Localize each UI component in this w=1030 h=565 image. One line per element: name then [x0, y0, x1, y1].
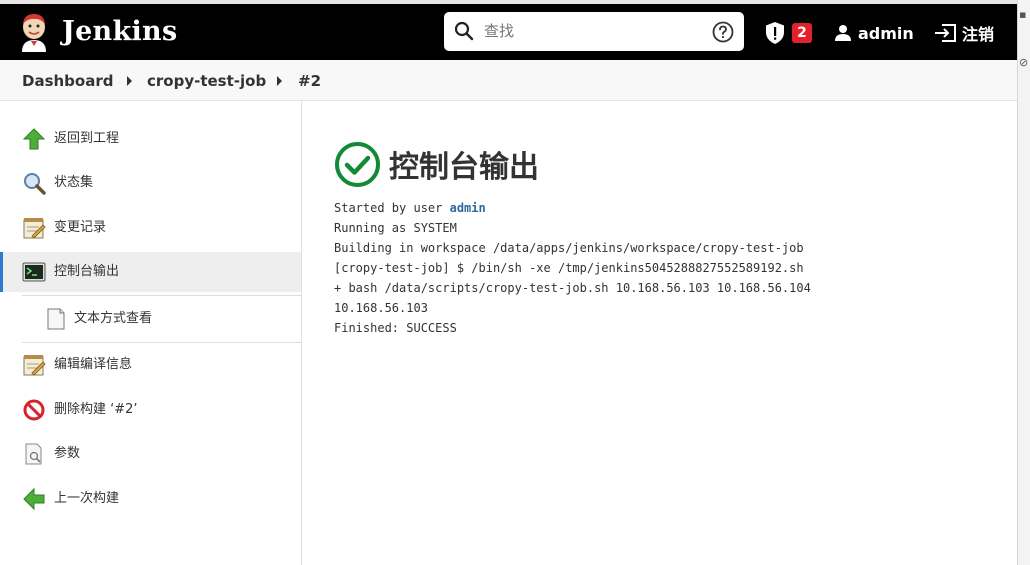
- sidebar-divider: [22, 342, 301, 343]
- console-line: Running as SYSTEM: [334, 221, 457, 235]
- browser-side-strip: ▪ ⊘: [1017, 0, 1030, 565]
- breadcrumb-job[interactable]: cropy-test-job: [147, 71, 266, 91]
- no-entry-icon: [23, 399, 45, 421]
- help-icon[interactable]: [712, 21, 734, 43]
- sidebar-item-back-to-project[interactable]: 返回到工程: [0, 119, 301, 159]
- search-input[interactable]: [484, 18, 704, 44]
- terminal-icon: [22, 262, 46, 282]
- sidebar-item-console-output[interactable]: 控制台输出: [0, 252, 301, 292]
- page-title: 控制台输出: [389, 150, 539, 185]
- logout-label[interactable]: 注销: [962, 21, 994, 45]
- console-line: + bash /data/scripts/cropy-test-job.sh 1…: [334, 281, 811, 295]
- user-name[interactable]: admin: [858, 24, 914, 43]
- search-box: [444, 12, 744, 51]
- console-user-link[interactable]: admin: [450, 201, 486, 215]
- document-icon: [47, 308, 65, 330]
- console-line: Finished: SUCCESS: [334, 321, 457, 335]
- sidebar-item-label: 文本方式查看: [74, 311, 153, 326]
- breadcrumb-separator-icon[interactable]: [127, 76, 132, 86]
- console-started-by-text: Started by user: [334, 201, 450, 215]
- console-line: Building in workspace /data/apps/jenkins…: [334, 241, 804, 255]
- page-header: 控制台输出: [334, 139, 539, 189]
- sidebar-item-label: 删除构建 ‘#2’: [54, 402, 138, 417]
- up-arrow-icon: [22, 128, 46, 150]
- left-arrow-icon: [23, 487, 45, 511]
- breadcrumb-separator-icon[interactable]: [277, 76, 282, 86]
- top-header: Jenkins 2 admin 注销: [0, 4, 1017, 60]
- security-count-badge[interactable]: 2: [792, 23, 812, 43]
- console-line: Started by user admin: [334, 198, 1014, 218]
- user-menu[interactable]: admin: [834, 21, 914, 45]
- side-strip-icon: ▪: [1019, 8, 1027, 21]
- sidebar-item-previous-build[interactable]: 上一次构建: [0, 479, 301, 519]
- sidebar-item-edit-build-info[interactable]: 编辑编译信息: [0, 345, 301, 385]
- success-check-icon: [335, 141, 380, 187]
- shield-alert-icon[interactable]: [764, 21, 786, 45]
- sidebar-item-delete-build[interactable]: 删除构建 ‘#2’: [0, 390, 301, 430]
- side-strip-link-icon: ⊘: [1019, 56, 1029, 69]
- breadcrumb: Dashboard cropy-test-job #2: [0, 60, 1017, 101]
- sidebar-item-changes[interactable]: 变更记录: [0, 208, 301, 248]
- logout-link[interactable]: 注销: [934, 21, 994, 45]
- sidebar-item-status[interactable]: 状态集: [0, 163, 301, 203]
- sidebar-item-label: 控制台输出: [54, 264, 120, 279]
- sidebar-item-label: 返回到工程: [54, 131, 120, 146]
- breadcrumb-build[interactable]: #2: [298, 71, 321, 91]
- console-output: Started by user admin Running as SYSTEM Bu…: [334, 198, 1014, 338]
- logout-icon: [935, 24, 956, 42]
- sidebar-item-parameters[interactable]: 参数: [0, 434, 301, 474]
- sidebar-item-label: 状态集: [54, 175, 94, 190]
- notepad-icon: [23, 218, 46, 239]
- search-icon: [454, 21, 474, 41]
- notepad-icon: [23, 355, 46, 376]
- brand-title[interactable]: Jenkins: [62, 12, 177, 52]
- sidebar-divider: [22, 295, 301, 296]
- console-line: 10.168.56.103: [334, 301, 428, 315]
- magnifier-icon: [24, 173, 46, 195]
- sidebar: 返回到工程 状态集 变更记录 控制台输出 文本方式查看 编辑编译信息 删除构建 …: [0, 101, 302, 565]
- main-content: 控制台输出 Started by user admin Running as SY…: [334, 101, 1014, 565]
- breadcrumb-dashboard[interactable]: Dashboard: [22, 71, 113, 91]
- sidebar-item-label: 变更记录: [54, 220, 107, 235]
- sidebar-item-label: 上一次构建: [54, 491, 120, 506]
- sidebar-item-label: 编辑编译信息: [54, 357, 133, 372]
- sidebar-item-view-as-plain-text[interactable]: 文本方式查看: [0, 299, 301, 339]
- jenkins-butler-logo[interactable]: [18, 12, 50, 52]
- sidebar-item-label: 参数: [54, 446, 81, 461]
- document-search-icon: [25, 443, 42, 465]
- console-line: [cropy-test-job] $ /bin/sh -xe /tmp/jenk…: [334, 261, 804, 275]
- user-icon: [835, 25, 851, 41]
